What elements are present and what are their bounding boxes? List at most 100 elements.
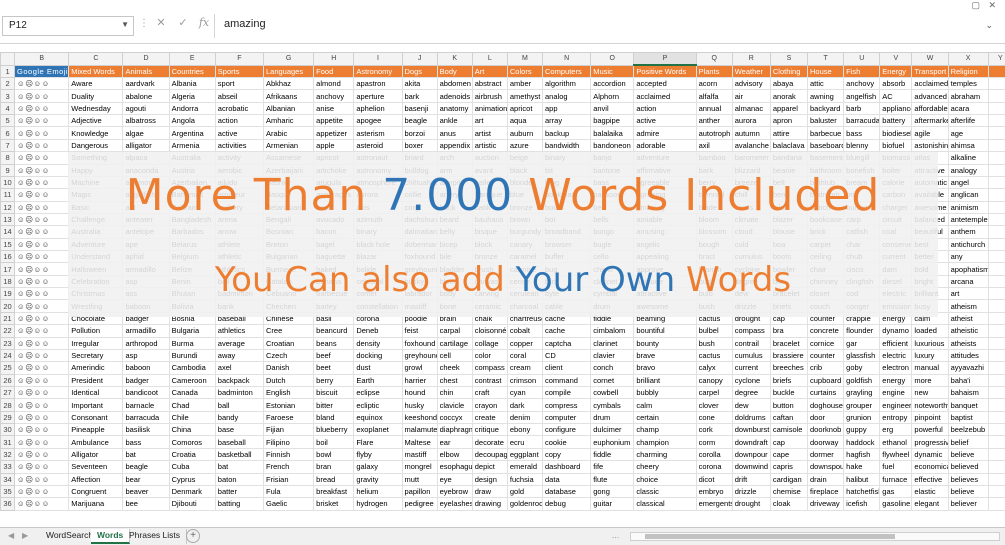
- category-header-cell[interactable]: Food: [313, 64, 355, 78]
- word-cell[interactable]: algae: [122, 126, 170, 140]
- word-cell[interactable]: banquet: [947, 398, 989, 412]
- word-cell[interactable]: baluster: [807, 114, 845, 128]
- word-cell[interactable]: athletics: [214, 324, 264, 338]
- word-cell[interactable]: cactus: [695, 348, 733, 363]
- word-cell[interactable]: beagle: [401, 114, 438, 128]
- word-cell[interactable]: new: [911, 385, 949, 400]
- word-cell[interactable]: greyhound: [401, 348, 438, 363]
- word-cell[interactable]: calyx: [695, 361, 733, 375]
- word-cell[interactable]: cardigan: [769, 472, 809, 486]
- word-cell[interactable]: Ambulance: [68, 435, 124, 449]
- row-header[interactable]: 34: [0, 472, 16, 486]
- word-cell[interactable]: Gaelic: [262, 497, 315, 511]
- word-cell[interactable]: Albanian: [262, 101, 315, 116]
- word-cell[interactable]: Afrikaans: [262, 89, 315, 103]
- row-header[interactable]: 5: [0, 114, 16, 128]
- word-cell[interactable]: eclipse: [353, 385, 403, 400]
- word-cell[interactable]: Earth: [353, 373, 403, 387]
- word-cell[interactable]: art: [947, 287, 989, 301]
- word-cell[interactable]: azure: [506, 138, 544, 153]
- scrollbar-thumb[interactable]: [645, 534, 895, 539]
- word-cell[interactable]: [987, 212, 1005, 227]
- word-cell[interactable]: mastiff: [401, 447, 438, 462]
- word-cell[interactable]: Seventeen: [68, 460, 124, 474]
- word-cell[interactable]: badger: [122, 373, 170, 387]
- word-cell[interactable]: elastic: [911, 484, 949, 499]
- word-cell[interactable]: eye: [436, 472, 473, 486]
- word-cell[interactable]: almanac: [731, 101, 771, 116]
- word-cell[interactable]: ☺☹☺☺: [14, 311, 70, 326]
- word-cell[interactable]: gong: [590, 484, 635, 499]
- word-cell[interactable]: cache: [542, 324, 592, 338]
- word-cell[interactable]: [987, 237, 1005, 252]
- word-cell[interactable]: ☺☹☺☺: [14, 336, 70, 350]
- word-cell[interactable]: accordion: [590, 76, 635, 91]
- word-cell[interactable]: away: [214, 348, 264, 363]
- word-cell[interactable]: ☺☹☺☺: [14, 373, 70, 387]
- word-cell[interactable]: anorak: [769, 89, 809, 103]
- word-cell[interactable]: cornet: [590, 373, 635, 387]
- word-cell[interactable]: Cambodia: [168, 361, 216, 375]
- word-cell[interactable]: Pollution: [68, 324, 124, 338]
- column-header[interactable]: E: [168, 52, 216, 66]
- word-cell[interactable]: analog: [542, 89, 592, 103]
- word-cell[interactable]: carpel: [695, 385, 733, 400]
- word-cell[interactable]: crimson: [506, 373, 544, 387]
- word-cell[interactable]: bounty: [633, 336, 697, 350]
- row-header[interactable]: 26: [0, 373, 16, 387]
- word-cell[interactable]: asteroid: [353, 138, 403, 153]
- word-cell[interactable]: [987, 151, 1005, 165]
- column-header[interactable]: O: [590, 52, 635, 66]
- word-cell[interactable]: compass: [731, 324, 771, 338]
- word-cell[interactable]: glassfish: [843, 348, 881, 363]
- category-header-cell[interactable]: Music: [590, 64, 635, 78]
- word-cell[interactable]: loaded: [911, 324, 949, 338]
- tab-prev-icon[interactable]: ◀: [8, 531, 14, 540]
- word-cell[interactable]: [987, 200, 1005, 214]
- word-cell[interactable]: anthem: [947, 225, 989, 239]
- word-cell[interactable]: mutt: [401, 472, 438, 486]
- word-cell[interactable]: grayling: [843, 385, 881, 400]
- word-cell[interactable]: corm: [695, 435, 733, 449]
- word-cell[interactable]: decorate: [471, 435, 508, 449]
- word-cell[interactable]: bat: [122, 447, 170, 462]
- word-cell[interactable]: [987, 484, 1005, 499]
- word-cell[interactable]: Burundi: [168, 348, 216, 363]
- category-header-cell[interactable]: Languages: [262, 64, 315, 78]
- word-cell[interactable]: dark: [506, 398, 544, 412]
- word-cell[interactable]: Knowledge: [68, 126, 124, 140]
- word-cell[interactable]: [987, 250, 1005, 264]
- category-header-cell[interactable]: Positive Words: [633, 64, 697, 78]
- word-cell[interactable]: beagle: [122, 460, 170, 474]
- word-cell[interactable]: batting: [214, 497, 264, 511]
- word-cell[interactable]: hagfish: [843, 447, 881, 462]
- column-header[interactable]: W: [911, 52, 949, 66]
- word-cell[interactable]: ecliptic: [353, 398, 403, 412]
- word-cell[interactable]: bandicoot: [122, 385, 170, 400]
- column-header[interactable]: R: [731, 52, 771, 66]
- word-cell[interactable]: armadillo: [122, 324, 170, 338]
- word-cell[interactable]: basilisk: [122, 423, 170, 437]
- word-cell[interactable]: axel: [214, 361, 264, 375]
- word-cell[interactable]: data: [542, 472, 592, 486]
- word-cell[interactable]: bahaism: [947, 385, 989, 400]
- word-cell[interactable]: bark: [401, 89, 438, 103]
- category-header-cell[interactable]: Colors: [506, 64, 544, 78]
- column-header[interactable]: L: [471, 52, 508, 66]
- word-cell[interactable]: Fula: [262, 484, 315, 499]
- word-cell[interactable]: ecru: [506, 435, 544, 449]
- word-cell[interactable]: fiddle: [590, 447, 635, 462]
- word-cell[interactable]: antichurch: [947, 237, 989, 252]
- column-header[interactable]: H: [313, 52, 355, 66]
- word-cell[interactable]: hatchetfish: [843, 484, 881, 499]
- word-cell[interactable]: baptist: [947, 410, 989, 425]
- more-icon[interactable]: ...: [612, 530, 619, 540]
- word-cell[interactable]: anatomy: [436, 101, 473, 116]
- word-cell[interactable]: degree: [731, 385, 771, 400]
- word-cell[interactable]: attitudes: [947, 348, 989, 363]
- row-header[interactable]: 13: [0, 212, 16, 227]
- word-cell[interactable]: attic: [807, 76, 845, 91]
- word-cell[interactable]: hydrogen: [353, 497, 403, 511]
- word-cell[interactable]: alligator: [122, 138, 170, 153]
- word-cell[interactable]: compile: [542, 385, 592, 400]
